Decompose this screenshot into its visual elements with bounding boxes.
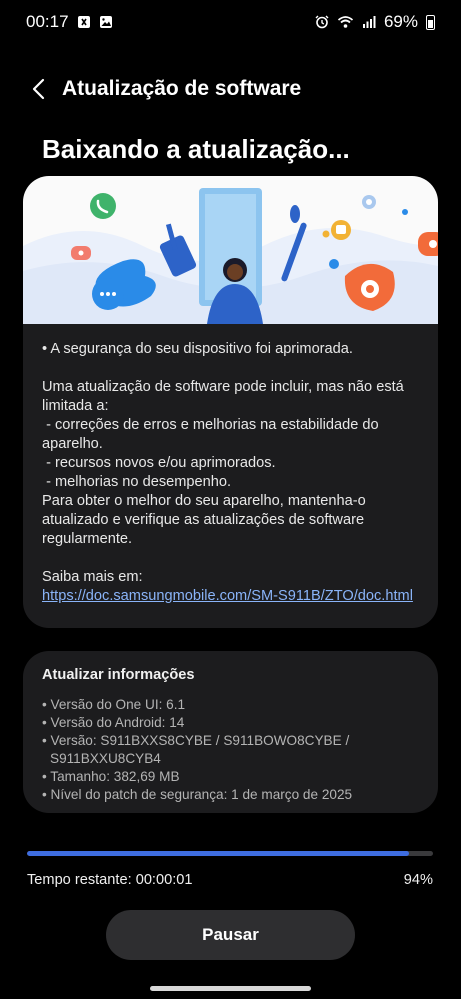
release-notes-intro: Uma atualização de software pode incluir… [42, 379, 404, 414]
update-info-card: Atualizar informações • Versão do One UI… [23, 651, 438, 813]
android-version: • Versão do Android: 14 [42, 715, 185, 730]
wifi-icon [337, 16, 354, 28]
learn-more-label: Saiba mais em: [42, 569, 143, 585]
release-notes-item: - correções de erros e melhorias na esta… [42, 417, 383, 452]
nfc-notification-icon [77, 16, 90, 28]
home-indicator[interactable] [150, 986, 311, 991]
release-notes-body: • A segurança do seu dispositivo foi apr… [23, 324, 438, 606]
update-info-title: Atualizar informações [42, 667, 195, 683]
download-progress-bar [27, 851, 433, 856]
chevron-left-icon [32, 78, 45, 100]
app-header: Atualização de software [0, 68, 461, 110]
pause-button[interactable]: Pausar [106, 910, 355, 960]
build-version: • Versão: S911BXXS8CYBE / S911BOWO8CYBE … [42, 733, 350, 748]
security-patch-level: • Nível do patch de segurança: 1 de març… [42, 787, 353, 802]
battery-percent: 69% [383, 12, 418, 31]
signal-icon [362, 16, 376, 28]
download-progress-fill [27, 851, 409, 856]
release-notes-outro: Para obter o melhor do seu aparelho, man… [42, 493, 366, 547]
update-illustration [23, 176, 438, 324]
one-ui-version: • Versão do One UI: 6.1 [42, 697, 186, 712]
progress-percent: 94% [403, 872, 433, 888]
time-remaining: Tempo restante: 00:00:01 [27, 872, 193, 888]
alarm-icon [315, 15, 329, 29]
status-bar: 00:17 69% [0, 0, 461, 44]
page-title: Atualização de software [62, 77, 302, 100]
battery-icon [426, 14, 435, 30]
security-note: • A segurança do seu dispositivo foi apr… [42, 341, 353, 357]
build-version-continued: S911BXXU8CYB4 [50, 751, 161, 766]
gallery-notification-icon [99, 16, 112, 28]
illustration-svg [23, 188, 438, 324]
status-right: 69% [315, 12, 435, 32]
release-notes-item: - recursos novos e/ou aprimorados. [42, 455, 276, 471]
status-left: 00:17 [26, 12, 113, 32]
status-time: 00:17 [26, 12, 69, 31]
documentation-link[interactable]: https://doc.samsungmobile.com/SM-S911B/Z… [42, 588, 413, 604]
update-size: • Tamanho: 382,69 MB [42, 769, 180, 784]
release-notes-item: - melhorias no desempenho. [42, 474, 232, 490]
back-button[interactable] [18, 69, 58, 109]
download-status-heading: Baixando a atualização... [42, 134, 350, 164]
release-notes-card: • A segurança do seu dispositivo foi apr… [23, 176, 438, 628]
